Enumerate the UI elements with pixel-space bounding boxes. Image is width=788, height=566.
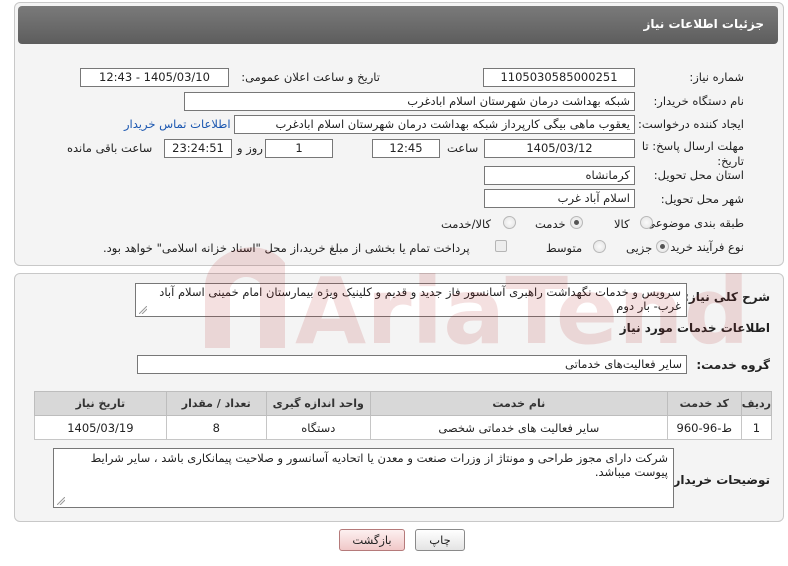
col-header-row-number: ردیف xyxy=(740,391,773,416)
need-summary-text: سرویس و خدمات نگهداشت راهبری آسانسور فاز… xyxy=(159,285,681,313)
process-type-label: نوع فرآیند خرید : xyxy=(662,240,744,254)
category-label: طبقه بندی موضوعی: xyxy=(642,216,744,230)
province-field: کرمانشاه xyxy=(484,166,635,185)
col-header-service-code: کد خدمت xyxy=(666,391,742,416)
buyer-org-field: شبکه بهداشت درمان شهرستان اسلام ابادغرب xyxy=(184,92,635,111)
cell-unit: دستگاه xyxy=(265,415,371,440)
cell-quantity: 8 xyxy=(165,415,267,440)
category-option-both-radio[interactable] xyxy=(503,216,516,229)
process-option-minor-radio[interactable] xyxy=(656,240,669,253)
service-group-label: گروه خدمت: xyxy=(696,358,770,372)
table-header-row: ردیف کد خدمت نام خدمت واحد اندازه گیری ت… xyxy=(34,391,773,416)
print-button[interactable]: چاپ xyxy=(415,529,465,551)
col-header-service-name: نام خدمت xyxy=(369,391,668,416)
resize-grip-icon[interactable] xyxy=(57,497,65,505)
category-option-goods-label: کالا xyxy=(614,217,630,231)
category-option-both-label: کالا/خدمت xyxy=(441,217,492,231)
col-header-need-date: تاریخ نیاز xyxy=(34,391,167,416)
buyer-contact-link[interactable]: اطلاعات تماس خریدار xyxy=(124,117,231,131)
page-title: جزئیات اطلاعات نیاز xyxy=(643,17,764,31)
services-table: ردیف کد خدمت نام خدمت واحد اندازه گیری ت… xyxy=(34,391,773,440)
city-field: اسلام آباد غرب xyxy=(484,189,635,208)
deadline-time-label: ساعت xyxy=(447,141,479,155)
need-number-label: شماره نیاز: xyxy=(689,70,744,84)
services-section-title: اطلاعات خدمات مورد نیاز xyxy=(619,321,770,335)
need-summary-textarea[interactable]: سرویس و خدمات نگهداشت راهبری آسانسور فاز… xyxy=(135,283,687,317)
resize-grip-icon[interactable] xyxy=(139,306,147,314)
cell-need-date: 1405/03/19 xyxy=(34,415,167,440)
category-option-service-radio[interactable] xyxy=(570,216,583,229)
category-option-service-label: خدمت xyxy=(535,217,566,231)
table-row: 1 ط-96-960 سایر فعالیت های خدماتی شخصی د… xyxy=(34,415,773,440)
col-header-unit: واحد اندازه گیری xyxy=(265,391,371,416)
treasury-payment-checkbox[interactable] xyxy=(495,240,507,252)
buyer-notes-label: توضیحات خریدار: xyxy=(668,473,770,487)
deadline-label: مهلت ارسال پاسخ: تا تاریخ: xyxy=(641,139,744,168)
announce-datetime-field: 1405/03/10 - 12:43 xyxy=(80,68,229,87)
treasury-payment-note: پرداخت تمام یا بخشی از مبلغ خرید،از محل … xyxy=(103,241,470,255)
requester-field: یعقوب ماهی بیگی کارپرداز شبکه بهداشت درم… xyxy=(234,115,635,134)
buyer-notes-text: شرکت دارای مجوز طراحی و مونتاژ از وزرات … xyxy=(90,451,668,479)
buyer-notes-textarea[interactable]: شرکت دارای مجوز طراحی و مونتاژ از وزرات … xyxy=(53,448,674,508)
deadline-date-field: 1405/03/12 xyxy=(484,139,635,158)
service-group-field: سایر فعالیت‌های خدماتی xyxy=(137,355,687,374)
col-header-quantity: تعداد / مقدار xyxy=(165,391,267,416)
remaining-time-field: 23:24:51 xyxy=(164,139,232,158)
process-option-minor-label: جزیی xyxy=(626,241,653,255)
need-number-field: 1105030585000251 xyxy=(483,68,635,87)
cell-service-code: ط-96-960 xyxy=(666,415,742,440)
process-option-medium-radio[interactable] xyxy=(593,240,606,253)
header-bar: جزئیات اطلاعات نیاز xyxy=(18,6,778,44)
back-button[interactable]: بازگشت xyxy=(339,529,405,551)
requester-label: ایجاد کننده درخواست: xyxy=(638,117,744,131)
days-remaining-field: 1 xyxy=(265,139,333,158)
days-label: روز و xyxy=(237,141,263,155)
deadline-time-field: 12:45 xyxy=(372,139,440,158)
province-label: استان محل تحویل: xyxy=(653,168,744,182)
cell-row-number: 1 xyxy=(740,415,773,440)
process-option-medium-label: متوسط xyxy=(546,241,583,255)
buyer-org-label: نام دستگاه خریدار: xyxy=(653,94,744,108)
cell-service-name: سایر فعالیت های خدماتی شخصی xyxy=(369,415,668,440)
announce-datetime-label: تاریخ و ساعت اعلان عمومی: xyxy=(241,70,380,84)
need-summary-label: شرح کلی نیاز: xyxy=(684,290,770,304)
city-label: شهر محل تحویل: xyxy=(660,192,744,206)
category-option-goods-radio[interactable] xyxy=(640,216,653,229)
remaining-time-label: ساعت باقی مانده xyxy=(67,141,153,155)
